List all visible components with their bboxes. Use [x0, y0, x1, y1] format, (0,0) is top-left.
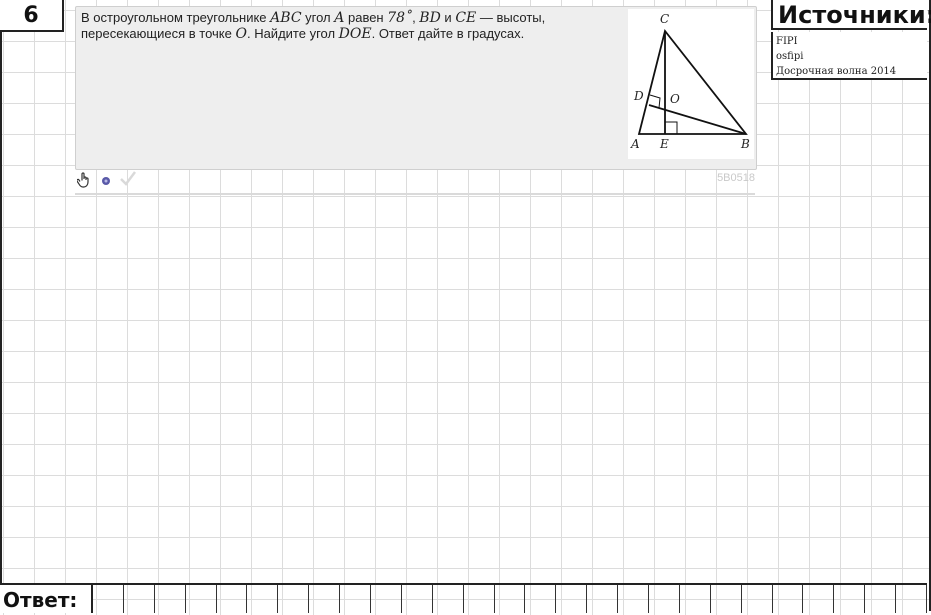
checkmark-icon[interactable]	[119, 170, 137, 189]
answer-cell[interactable]	[587, 585, 619, 613]
task-math: A	[334, 10, 345, 26]
task-math: ABC	[270, 10, 302, 26]
label-c: C	[660, 12, 669, 26]
task-text-part: и	[440, 10, 456, 25]
answer-cell[interactable]	[865, 585, 897, 613]
task-math: BD	[419, 10, 441, 26]
task-text-part: . Ответ дайте в градусах.	[371, 26, 525, 41]
answer-row: Ответ:	[0, 583, 928, 613]
triangle-figure: C D O A E B	[628, 9, 754, 159]
task-card: В остроугольном треугольнике ABC угол A …	[75, 6, 757, 170]
task-text-part: равен	[344, 10, 388, 25]
answer-cell[interactable]	[711, 585, 742, 613]
task-text-part: . Найдите угол	[246, 26, 339, 41]
answer-cell[interactable]	[371, 585, 402, 613]
right-angle-e	[665, 121, 678, 134]
answer-cell[interactable]	[556, 585, 588, 613]
answer-cell[interactable]	[525, 585, 557, 613]
sources-list: FIPI osfipi Досрочная волна 2014	[771, 32, 927, 80]
answer-cell[interactable]	[93, 585, 124, 613]
label-e: E	[659, 137, 669, 151]
answer-cell[interactable]	[834, 585, 866, 613]
divider	[75, 193, 755, 195]
answer-cell[interactable]	[649, 585, 680, 613]
label-d: D	[633, 89, 644, 103]
altitude-bd	[648, 104, 747, 135]
source-item: osfipi	[776, 51, 804, 62]
circle-icon[interactable]	[101, 174, 111, 189]
answer-cell[interactable]	[618, 585, 650, 613]
hand-pointer-icon[interactable]	[76, 172, 91, 191]
source-item: Досрочная волна 2014	[776, 66, 897, 77]
answer-label: Ответ:	[0, 585, 93, 613]
task-math: 78˚	[387, 10, 413, 26]
answer-cell[interactable]	[803, 585, 835, 613]
label-a: A	[630, 137, 640, 151]
answer-cell[interactable]	[402, 585, 433, 613]
answer-cell[interactable]	[309, 585, 341, 613]
answer-cell[interactable]	[217, 585, 248, 613]
answer-cell[interactable]	[124, 585, 155, 613]
task-statement: В остроугольном треугольнике ABC угол A …	[81, 10, 581, 42]
task-math: DOE	[338, 26, 372, 42]
task-id: 5B0518	[717, 172, 755, 184]
answer-cell[interactable]	[495, 585, 526, 613]
task-text-part: В остроугольном треугольнике	[81, 10, 271, 25]
sources-title: Источники:	[771, 0, 931, 30]
label-b: B	[740, 137, 750, 151]
answer-cell[interactable]	[433, 585, 464, 613]
answer-cell[interactable]	[340, 585, 372, 613]
task-math: CE	[455, 10, 477, 26]
answer-cell[interactable]	[773, 585, 804, 613]
task-number: 6	[0, 0, 64, 32]
answer-cell[interactable]	[742, 585, 773, 613]
answer-cell[interactable]	[278, 585, 310, 613]
answer-cell[interactable]	[896, 585, 928, 613]
answer-cell[interactable]	[680, 585, 711, 613]
task-toolbar: 5B0518	[75, 170, 755, 190]
answer-cell[interactable]	[464, 585, 495, 613]
label-o: O	[670, 92, 680, 106]
answer-cells[interactable]	[93, 585, 928, 613]
task-math: O	[235, 26, 247, 42]
answer-cell[interactable]	[186, 585, 217, 613]
answer-cell[interactable]	[155, 585, 186, 613]
task-text-part: угол	[301, 10, 335, 25]
source-item: FIPI	[776, 36, 798, 47]
answer-cell[interactable]	[247, 585, 279, 613]
